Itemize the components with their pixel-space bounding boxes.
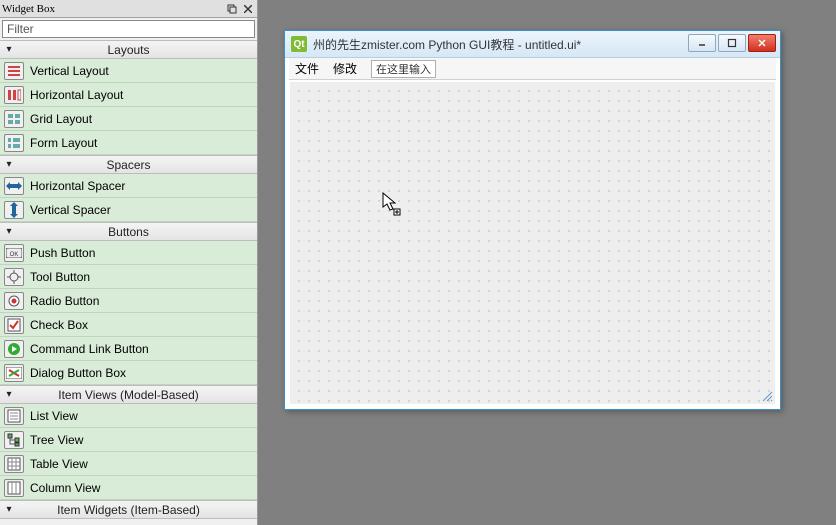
undock-icon[interactable] xyxy=(225,2,239,16)
column-view-icon xyxy=(4,479,24,497)
vertical-layout-icon xyxy=(4,62,24,80)
item-label: List View xyxy=(30,409,78,423)
svg-text:OK: OK xyxy=(10,252,19,258)
push-button-icon: OK xyxy=(4,244,24,262)
item-horizontal-spacer[interactable]: Horizontal Spacer xyxy=(0,174,257,198)
item-check-box[interactable]: Check Box xyxy=(0,313,257,337)
item-command-link-button[interactable]: Command Link Button xyxy=(0,337,257,361)
filter-placeholder: Filter xyxy=(7,22,34,36)
item-label: Radio Button xyxy=(30,294,99,308)
window-title: 州的先生zmister.com Python GUI教程 - untitled.… xyxy=(313,36,688,53)
vertical-spacer-icon xyxy=(4,201,24,219)
menu-file[interactable]: 文件 xyxy=(295,60,319,77)
resize-handle-icon[interactable] xyxy=(761,390,773,402)
table-view-icon xyxy=(4,455,24,473)
window-controls xyxy=(688,34,776,54)
buttons-items: OK Push Button Tool Button Radio Button … xyxy=(0,241,257,385)
item-label: Tree View xyxy=(30,433,83,447)
qt-app-icon: Qt xyxy=(291,36,307,52)
item-label: Horizontal Spacer xyxy=(30,179,125,193)
menu-edit[interactable]: 修改 xyxy=(333,60,357,77)
section-header-layouts[interactable]: ▾ Layouts xyxy=(0,40,257,59)
maximize-button[interactable] xyxy=(718,34,746,52)
section-label: Item Views (Model-Based) xyxy=(0,388,257,402)
item-label: Vertical Layout xyxy=(30,64,109,78)
close-button[interactable] xyxy=(748,34,776,52)
widget-box-panel: Widget Box Filter ▾ Layouts Vertical Lay… xyxy=(0,0,258,525)
designer-window[interactable]: Qt 州的先生zmister.com Python GUI教程 - untitl… xyxy=(284,30,781,410)
item-label: Table View xyxy=(30,457,88,471)
list-view-icon xyxy=(4,407,24,425)
item-views-items: List View Tree View Table View Column Vi… xyxy=(0,404,257,500)
item-label: Grid Layout xyxy=(30,112,92,126)
panel-title: Widget Box xyxy=(2,3,223,15)
layouts-items: Vertical Layout Horizontal Layout Grid L… xyxy=(0,59,257,155)
radio-button-icon xyxy=(4,292,24,310)
cursor-icon xyxy=(382,192,402,219)
spacers-items: Horizontal Spacer Vertical Spacer xyxy=(0,174,257,222)
item-column-view[interactable]: Column View xyxy=(0,476,257,500)
item-push-button[interactable]: OK Push Button xyxy=(0,241,257,265)
section-header-spacers[interactable]: ▾ Spacers xyxy=(0,155,257,174)
item-vertical-spacer[interactable]: Vertical Spacer xyxy=(0,198,257,222)
check-box-icon xyxy=(4,316,24,334)
item-label: Horizontal Layout xyxy=(30,88,123,102)
item-vertical-layout[interactable]: Vertical Layout xyxy=(0,59,257,83)
command-link-icon xyxy=(4,340,24,358)
item-form-layout[interactable]: Form Layout xyxy=(0,131,257,155)
item-grid-layout[interactable]: Grid Layout xyxy=(0,107,257,131)
grid-layout-icon xyxy=(4,110,24,128)
item-label: Column View xyxy=(30,481,100,495)
close-panel-icon[interactable] xyxy=(241,2,255,16)
dialog-button-box-icon xyxy=(4,364,24,382)
item-horizontal-layout[interactable]: Horizontal Layout xyxy=(0,83,257,107)
item-label: Vertical Spacer xyxy=(30,203,111,217)
window-titlebar[interactable]: Qt 州的先生zmister.com Python GUI教程 - untitl… xyxy=(285,31,780,58)
section-label: Buttons xyxy=(0,225,257,239)
item-label: Push Button xyxy=(30,246,95,260)
item-tree-view[interactable]: Tree View xyxy=(0,428,257,452)
item-list-view[interactable]: List View xyxy=(0,404,257,428)
horizontal-layout-icon xyxy=(4,86,24,104)
item-label: Tool Button xyxy=(30,270,90,284)
filter-input[interactable]: Filter xyxy=(2,20,255,38)
panel-titlebar: Widget Box xyxy=(0,0,257,18)
section-header-item-widgets[interactable]: ▾ Item Widgets (Item-Based) xyxy=(0,500,257,519)
form-layout-icon xyxy=(4,134,24,152)
menubar: 文件 修改 在这里输入 xyxy=(289,58,776,80)
item-label: Dialog Button Box xyxy=(30,366,126,380)
tree-view-icon xyxy=(4,431,24,449)
horizontal-spacer-icon xyxy=(4,177,24,195)
section-label: Layouts xyxy=(0,43,257,57)
menu-type-here[interactable]: 在这里输入 xyxy=(371,60,436,78)
item-tool-button[interactable]: Tool Button xyxy=(0,265,257,289)
item-radio-button[interactable]: Radio Button xyxy=(0,289,257,313)
minimize-button[interactable] xyxy=(688,34,716,52)
section-header-buttons[interactable]: ▾ Buttons xyxy=(0,222,257,241)
section-label: Item Widgets (Item-Based) xyxy=(0,503,257,517)
item-table-view[interactable]: Table View xyxy=(0,452,257,476)
tool-button-icon xyxy=(4,268,24,286)
section-label: Spacers xyxy=(0,158,257,172)
item-dialog-button-box[interactable]: Dialog Button Box xyxy=(0,361,257,385)
section-header-item-views[interactable]: ▾ Item Views (Model-Based) xyxy=(0,385,257,404)
item-label: Command Link Button xyxy=(30,342,149,356)
item-label: Form Layout xyxy=(30,136,97,150)
form-canvas[interactable] xyxy=(290,82,775,404)
item-label: Check Box xyxy=(30,318,88,332)
